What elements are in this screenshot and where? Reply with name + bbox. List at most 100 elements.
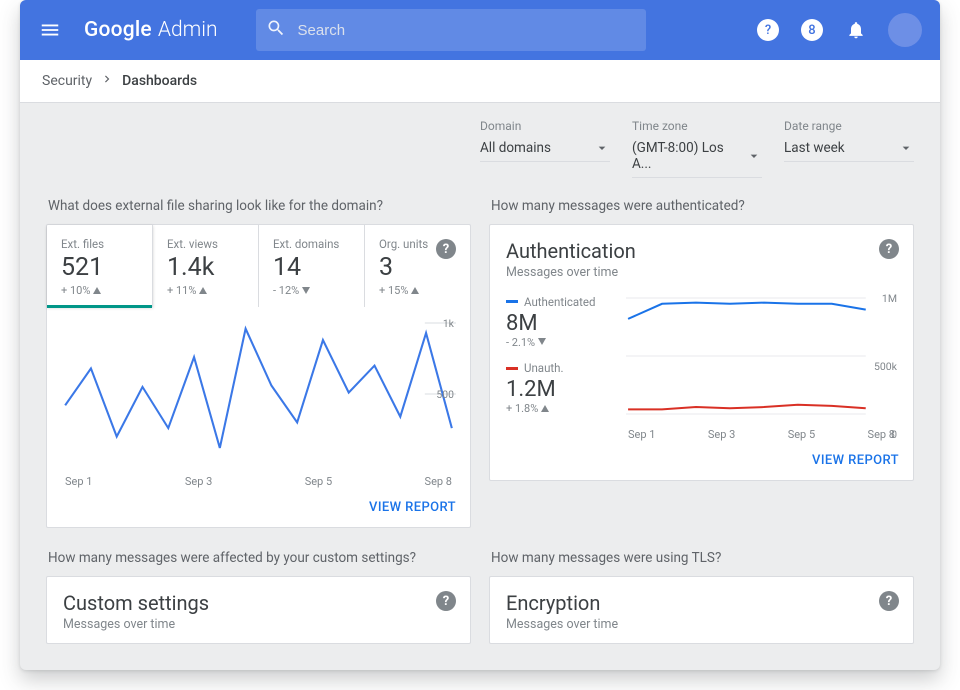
domain-dropdown[interactable]: Domain All domains xyxy=(480,119,610,178)
breadcrumb: Security Dashboards xyxy=(20,60,940,103)
custom-section: How many messages were affected by your … xyxy=(46,546,471,644)
auth-view-report[interactable]: VIEW REPORT xyxy=(812,453,899,468)
apps-icon[interactable]: 8 xyxy=(792,10,832,50)
x-tick: Sep 1 xyxy=(628,428,655,441)
arrow-down-icon xyxy=(302,287,310,295)
series-change: + 1.8% xyxy=(506,402,626,415)
x-tick: Sep 3 xyxy=(708,428,735,441)
account-avatar[interactable] xyxy=(888,13,922,47)
domain-value[interactable]: All domains xyxy=(480,137,610,162)
timezone-value[interactable]: (GMT-8:00) Los A... xyxy=(632,137,762,178)
timezone-dropdown[interactable]: Time zone (GMT-8:00) Los A... xyxy=(632,119,762,178)
sharing-section: What does external file sharing look lik… xyxy=(46,194,471,528)
auth-x-axis: Sep 1 Sep 3 Sep 5 Sep 8 xyxy=(626,424,897,441)
sharing-stats: Ext. files 521 + 10% Ext. views 1.4k + 11% E… xyxy=(47,225,470,307)
sharing-view-report[interactable]: VIEW REPORT xyxy=(369,500,456,515)
auth-card: ? Authentication Messages over time Auth… xyxy=(489,224,914,481)
chevron-right-icon xyxy=(100,72,114,90)
search-box[interactable] xyxy=(256,9,646,51)
encryption-section: How many messages were using TLS? ? Encr… xyxy=(489,546,914,644)
timezone-label: Time zone xyxy=(632,119,762,133)
stat-change: + 10% xyxy=(61,284,138,297)
sharing-stat-tab[interactable]: Ext. domains 14 - 12% xyxy=(259,225,365,307)
stat-label: Ext. domains xyxy=(273,237,350,251)
stat-value: 3 xyxy=(379,253,456,282)
top-app-bar: Google Admin ? 8 xyxy=(20,0,940,60)
admin-window: Google Admin ? 8 Security xyxy=(20,0,940,670)
svg-text:500: 500 xyxy=(436,390,454,401)
x-tick: Sep 1 xyxy=(65,475,92,488)
arrow-up-icon xyxy=(411,287,419,295)
custom-question: How many messages were affected by your … xyxy=(48,550,471,566)
encryption-card: ? Encryption Messages over time xyxy=(489,576,914,644)
x-tick: Sep 8 xyxy=(868,428,895,441)
chevron-down-icon xyxy=(594,140,610,156)
custom-title: Custom settings xyxy=(63,591,454,615)
stat-label: Ext. views xyxy=(167,237,244,251)
encryption-subtitle: Messages over time xyxy=(506,617,897,632)
sharing-stat-tab[interactable]: Ext. files 521 + 10% xyxy=(47,225,153,307)
filter-bar: Domain All domains Time zone (GMT-8:00) … xyxy=(480,119,914,178)
breadcrumb-root[interactable]: Security xyxy=(42,73,92,89)
x-tick: Sep 8 xyxy=(425,475,452,488)
legend-item: Authenticated xyxy=(506,295,596,309)
help-icon[interactable]: ? xyxy=(748,10,788,50)
chevron-down-icon xyxy=(898,140,914,156)
domain-label: Domain xyxy=(480,119,610,133)
chevron-down-icon xyxy=(746,148,762,164)
x-tick: Sep 5 xyxy=(788,428,815,441)
auth-section: How many messages were authenticated? ? … xyxy=(489,194,914,528)
sharing-x-axis: Sep 1 Sep 3 Sep 5 Sep 8 xyxy=(61,473,456,488)
breadcrumb-current: Dashboards xyxy=(122,73,197,89)
auth-series-list: Authenticated 8M- 2.1% Unauth. 1.2M+ 1.8% xyxy=(506,292,626,441)
brand-logo: Google Admin xyxy=(84,18,218,42)
arrow-down-icon xyxy=(538,338,546,346)
auth-series-block: Unauth. 1.2M+ 1.8% xyxy=(506,359,626,416)
search-icon xyxy=(266,18,286,42)
sharing-chart: 1k500 Sep 1 Sep 3 Sep 5 Sep 8 xyxy=(47,307,470,494)
stat-change: - 12% xyxy=(273,284,350,297)
custom-card: ? Custom settings Messages over time xyxy=(46,576,471,644)
sharing-line-chart: 1k500 xyxy=(61,319,456,469)
daterange-dropdown[interactable]: Date range Last week xyxy=(784,119,914,178)
series-value: 1.2M xyxy=(506,377,626,402)
legend-swatch xyxy=(506,300,518,303)
arrow-up-icon xyxy=(93,287,101,295)
series-value: 8M xyxy=(506,311,626,336)
stat-value: 1.4k xyxy=(167,253,244,282)
brand-google: Google xyxy=(84,18,152,42)
custom-subtitle: Messages over time xyxy=(63,617,454,632)
auth-series-block: Authenticated 8M- 2.1% xyxy=(506,292,626,349)
stat-value: 14 xyxy=(273,253,350,282)
auth-question: How many messages were authenticated? xyxy=(491,198,914,214)
x-tick: Sep 3 xyxy=(185,475,212,488)
legend-swatch xyxy=(506,367,518,370)
notifications-icon[interactable] xyxy=(836,10,876,50)
daterange-value[interactable]: Last week xyxy=(784,137,914,162)
stat-change: + 11% xyxy=(167,284,244,297)
brand-admin: Admin xyxy=(158,18,218,42)
custom-help-icon[interactable]: ? xyxy=(436,591,456,611)
sharing-card: ? Ext. files521+ 10% Ext. views1.4k+ 11%… xyxy=(46,224,471,528)
arrow-up-icon xyxy=(541,405,549,413)
sharing-stat-tab[interactable]: Ext. views 1.4k + 11% xyxy=(153,225,259,307)
auth-subtitle: Messages over time xyxy=(506,265,897,280)
topbar-actions: ? 8 xyxy=(748,10,922,50)
stat-change: + 15% xyxy=(379,284,456,297)
search-input[interactable] xyxy=(296,21,636,40)
auth-title: Authentication xyxy=(506,239,897,263)
stat-value: 521 xyxy=(61,253,138,282)
encryption-help-icon[interactable]: ? xyxy=(879,591,899,611)
sharing-question: What does external file sharing look lik… xyxy=(48,198,471,214)
x-tick: Sep 5 xyxy=(305,475,332,488)
menu-icon[interactable] xyxy=(30,10,70,50)
daterange-label: Date range xyxy=(784,119,914,133)
encryption-question: How many messages were using TLS? xyxy=(491,550,914,566)
series-change: - 2.1% xyxy=(506,336,626,349)
legend-item: Unauth. xyxy=(506,361,564,375)
sharing-stat-tab[interactable]: Org. units 3 + 15% xyxy=(365,225,470,307)
arrow-up-icon xyxy=(199,287,207,295)
auth-help-icon[interactable]: ? xyxy=(879,239,899,259)
stat-label: Ext. files xyxy=(61,237,138,251)
stat-label: Org. units xyxy=(379,237,456,251)
